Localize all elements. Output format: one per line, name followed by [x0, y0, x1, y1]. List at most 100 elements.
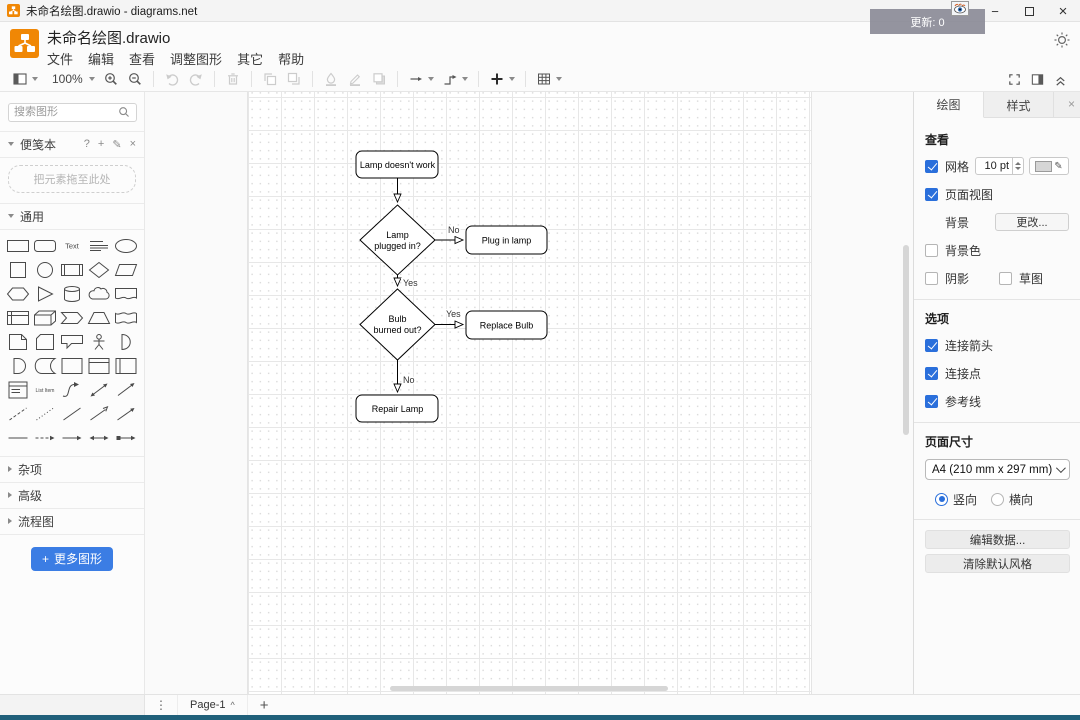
- shape-heading[interactable]: [85, 234, 112, 258]
- connection-points-checkbox[interactable]: [925, 367, 938, 380]
- shape-horizontal-container[interactable]: [112, 354, 139, 378]
- shape-arrow-line[interactable]: [85, 402, 112, 426]
- shape-text[interactable]: Text: [58, 234, 85, 258]
- section-advanced[interactable]: 高级: [0, 483, 144, 509]
- shape-cylinder[interactable]: [58, 282, 85, 306]
- insert-button[interactable]: [486, 68, 518, 90]
- edge-label[interactable]: Yes: [403, 278, 418, 288]
- tab-style[interactable]: 样式: [984, 92, 1054, 118]
- shape-dashed-line[interactable]: [4, 402, 31, 426]
- shape-document[interactable]: [112, 282, 139, 306]
- shape-bidirectional-arrow[interactable]: [85, 378, 112, 402]
- shape-callout[interactable]: [58, 330, 85, 354]
- horizontal-scrollbar[interactable]: [390, 686, 668, 691]
- shape-cube[interactable]: [31, 306, 58, 330]
- eye-icon[interactable]: [951, 1, 969, 16]
- shape-square[interactable]: [4, 258, 31, 282]
- fill-color-button[interactable]: [320, 68, 342, 90]
- shape-bold-link[interactable]: [4, 426, 31, 450]
- shape-and[interactable]: [4, 354, 31, 378]
- scratchpad-section-header[interactable]: 便笺本 ? + ✎ ×: [0, 132, 144, 158]
- grid-size-input[interactable]: [975, 157, 1013, 175]
- shape-circle[interactable]: [31, 258, 58, 282]
- shape-arrow[interactable]: [112, 378, 139, 402]
- page-view-checkbox[interactable]: [925, 188, 938, 201]
- fullscreen-icon[interactable]: [1004, 68, 1025, 90]
- paper-size-select[interactable]: A4 (210 mm x 297 mm): [925, 459, 1070, 480]
- shape-process[interactable]: [58, 258, 85, 282]
- page-tab[interactable]: Page-1 ^: [177, 695, 248, 715]
- delete-button[interactable]: [222, 68, 244, 90]
- theme-sun-icon[interactable]: [1053, 31, 1071, 49]
- shape-trapezoid[interactable]: [85, 306, 112, 330]
- change-background-button[interactable]: 更改...: [995, 213, 1069, 231]
- landscape-radio[interactable]: [991, 493, 1004, 506]
- scratchpad-dropzone[interactable]: 把元素拖至此处: [8, 165, 136, 193]
- edit-data-button[interactable]: 编辑数据...: [925, 530, 1070, 549]
- edge-label[interactable]: Yes: [446, 309, 461, 319]
- waypoint-style-button[interactable]: [439, 68, 471, 90]
- shape-data-storage[interactable]: [31, 354, 58, 378]
- shape-cloud[interactable]: [85, 282, 112, 306]
- undo-button[interactable]: [161, 68, 183, 90]
- shape-hexagon[interactable]: [4, 282, 31, 306]
- maximize-button[interactable]: [1012, 0, 1046, 22]
- shape-card[interactable]: [31, 330, 58, 354]
- portrait-radio[interactable]: [935, 493, 948, 506]
- scratchpad-add-icon[interactable]: +: [98, 138, 104, 151]
- shape-rounded-rectangle[interactable]: [31, 234, 58, 258]
- table-button[interactable]: [533, 68, 565, 90]
- connection-style-button[interactable]: [405, 68, 437, 90]
- scratchpad-close-icon[interactable]: ×: [130, 138, 136, 151]
- background-color-checkbox[interactable]: [925, 244, 938, 257]
- line-color-button[interactable]: [344, 68, 366, 90]
- section-general[interactable]: 通用: [0, 204, 144, 230]
- shape-internal-storage[interactable]: [4, 306, 31, 330]
- section-misc[interactable]: 杂项: [0, 457, 144, 483]
- shape-diamond[interactable]: [85, 258, 112, 282]
- clear-default-style-button[interactable]: 清除默认风格: [925, 554, 1070, 573]
- view-panels-button[interactable]: [9, 68, 41, 90]
- shape-directional-line[interactable]: [112, 402, 139, 426]
- shadow-checkbox[interactable]: [925, 272, 938, 285]
- shape-labeled-arrow[interactable]: [112, 426, 139, 450]
- shape-line[interactable]: [58, 402, 85, 426]
- to-front-button[interactable]: [259, 68, 281, 90]
- shape-list-item[interactable]: List Item: [31, 378, 58, 402]
- pages-menu-icon[interactable]: ⋮: [145, 698, 177, 712]
- shape-container[interactable]: [58, 354, 85, 378]
- grid-size-stepper[interactable]: [1013, 157, 1024, 175]
- shape-dotted-line[interactable]: [31, 402, 58, 426]
- shadow-button[interactable]: [368, 68, 390, 90]
- shape-bidirectional-horizontal-arrow[interactable]: [85, 426, 112, 450]
- grid-checkbox[interactable]: [925, 160, 938, 173]
- drawing-canvas[interactable]: No Yes Yes No Lamp doesn't work Lamp plu…: [145, 92, 913, 694]
- shape-tape[interactable]: [112, 306, 139, 330]
- zoom-out-button[interactable]: [124, 68, 146, 90]
- tab-diagram[interactable]: 绘图: [914, 92, 984, 118]
- edge-label[interactable]: No: [448, 225, 460, 235]
- shape-triangle[interactable]: [31, 282, 58, 306]
- shape-list[interactable]: [4, 378, 31, 402]
- connection-arrows-checkbox[interactable]: [925, 339, 938, 352]
- more-shapes-button[interactable]: + 更多图形: [31, 547, 113, 571]
- vertical-scrollbar[interactable]: [903, 245, 909, 435]
- section-flowchart[interactable]: 流程图: [0, 509, 144, 535]
- scratchpad-edit-icon[interactable]: ✎: [112, 138, 121, 151]
- to-back-button[interactable]: [283, 68, 305, 90]
- redo-button[interactable]: [185, 68, 207, 90]
- close-button[interactable]: ×: [1046, 0, 1080, 22]
- shape-curve[interactable]: [58, 378, 85, 402]
- panel-close-icon[interactable]: ×: [1068, 97, 1075, 111]
- shape-rectangle[interactable]: [4, 234, 31, 258]
- guides-checkbox[interactable]: [925, 395, 938, 408]
- collapse-toolbar-icon[interactable]: [1050, 68, 1071, 90]
- add-page-button[interactable]: +: [248, 697, 281, 714]
- shape-parallelogram[interactable]: [112, 258, 139, 282]
- zoom-in-button[interactable]: [100, 68, 122, 90]
- shape-ellipse[interactable]: [112, 234, 139, 258]
- shape-dashed-arrow[interactable]: [31, 426, 58, 450]
- edge-label[interactable]: No: [403, 375, 415, 385]
- shape-or[interactable]: [112, 330, 139, 354]
- shape-step[interactable]: [58, 306, 85, 330]
